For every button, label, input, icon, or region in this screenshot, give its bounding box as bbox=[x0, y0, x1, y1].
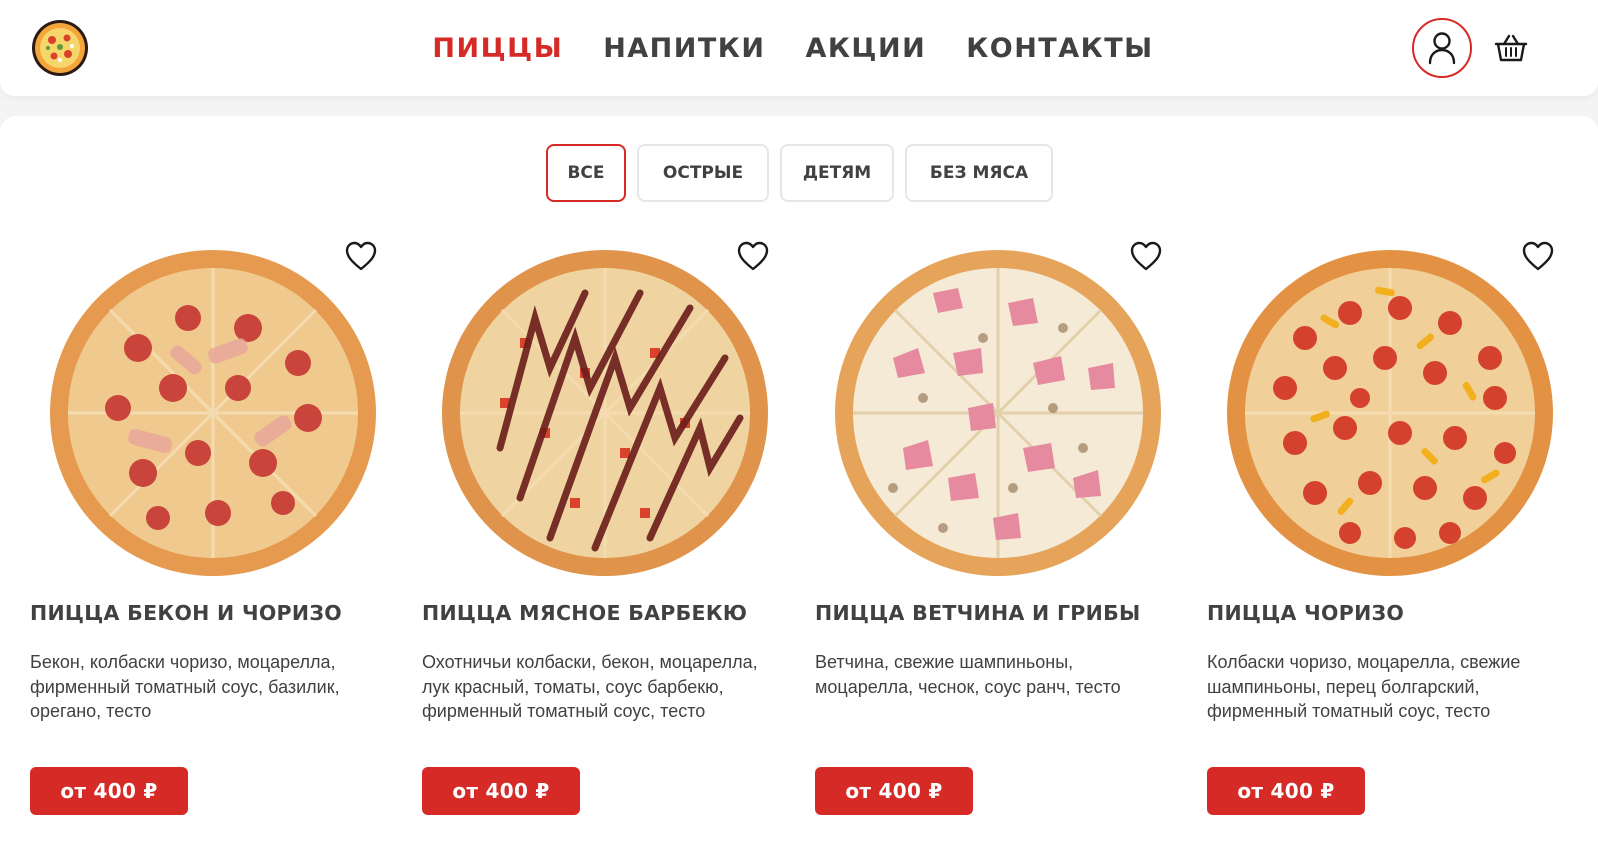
pizza-image[interactable] bbox=[48, 248, 378, 578]
category-filters: ВСЕ ОСТРЫЕ ДЕТЯМ БЕЗ МЯСА bbox=[0, 144, 1598, 202]
nav-item-drinks[interactable]: НАПИТКИ bbox=[603, 33, 765, 64]
product-description: Охотничьи колбаски, бекон, моцарелла, лу… bbox=[422, 652, 758, 721]
user-icon bbox=[1428, 32, 1456, 65]
heart-icon[interactable] bbox=[1521, 240, 1555, 272]
price-button[interactable]: от 400 ₽ bbox=[1207, 767, 1365, 815]
price-button[interactable]: от 400 ₽ bbox=[30, 767, 188, 815]
nav-item-contacts[interactable]: КОНТАКТЫ bbox=[966, 33, 1153, 64]
user-button[interactable] bbox=[1412, 18, 1472, 78]
product-title: ПИЦЦА ВЕТЧИНА И ГРИБЫ bbox=[815, 601, 1141, 625]
product-card: ПИЦЦА БЕКОН И ЧОРИЗО Бекон, колбаски чор… bbox=[30, 238, 390, 828]
pizza-image[interactable] bbox=[833, 248, 1163, 578]
product-card: ПИЦЦА ЧОРИЗО Колбаски чоризо, моцарелла,… bbox=[1207, 238, 1567, 828]
basket-icon bbox=[1494, 34, 1528, 62]
product-card: ПИЦЦА ВЕТЧИНА И ГРИБЫ Ветчина, свежие ша… bbox=[815, 238, 1175, 828]
filter-kids[interactable]: ДЕТЯМ bbox=[780, 144, 894, 202]
nav-item-promotions[interactable]: АКЦИИ bbox=[805, 33, 926, 64]
heart-icon[interactable] bbox=[1129, 240, 1163, 272]
product-card: ПИЦЦА МЯСНОЕ БАРБЕКЮ Охотничьи колбаски,… bbox=[422, 238, 782, 828]
pizza-image[interactable] bbox=[1225, 248, 1555, 578]
price-button[interactable]: от 400 ₽ bbox=[422, 767, 580, 815]
nav-item-pizzas[interactable]: ПИЦЦЫ bbox=[432, 33, 563, 64]
filter-no-meat[interactable]: БЕЗ МЯСА bbox=[905, 144, 1053, 202]
pizza-image[interactable] bbox=[440, 248, 770, 578]
product-description: Бекон, колбаски чоризо, моцарелла, фирме… bbox=[30, 652, 340, 721]
product-title: ПИЦЦА ЧОРИЗО bbox=[1207, 601, 1405, 625]
filter-all[interactable]: ВСЕ bbox=[546, 144, 626, 202]
product-title: ПИЦЦА БЕКОН И ЧОРИЗО bbox=[30, 601, 342, 625]
product-description: Ветчина, свежие шампиньоны, моцарелла, ч… bbox=[815, 652, 1121, 697]
heart-icon[interactable] bbox=[344, 240, 378, 272]
catalog-section: ВСЕ ОСТРЫЕ ДЕТЯМ БЕЗ МЯСА ПИЦЦА БЕКОН И … bbox=[0, 116, 1598, 843]
product-title: ПИЦЦА МЯСНОЕ БАРБЕКЮ bbox=[422, 601, 748, 625]
site-header: ПИЦЦЫ НАПИТКИ АКЦИИ КОНТАКТЫ bbox=[0, 0, 1598, 96]
heart-icon[interactable] bbox=[736, 240, 770, 272]
main-nav: ПИЦЦЫ НАПИТКИ АКЦИИ КОНТАКТЫ bbox=[0, 0, 1598, 96]
product-description: Колбаски чоризо, моцарелла, свежие шампи… bbox=[1207, 652, 1521, 721]
filter-spicy[interactable]: ОСТРЫЕ bbox=[637, 144, 769, 202]
cart-button[interactable] bbox=[1492, 30, 1530, 66]
price-button[interactable]: от 400 ₽ bbox=[815, 767, 973, 815]
